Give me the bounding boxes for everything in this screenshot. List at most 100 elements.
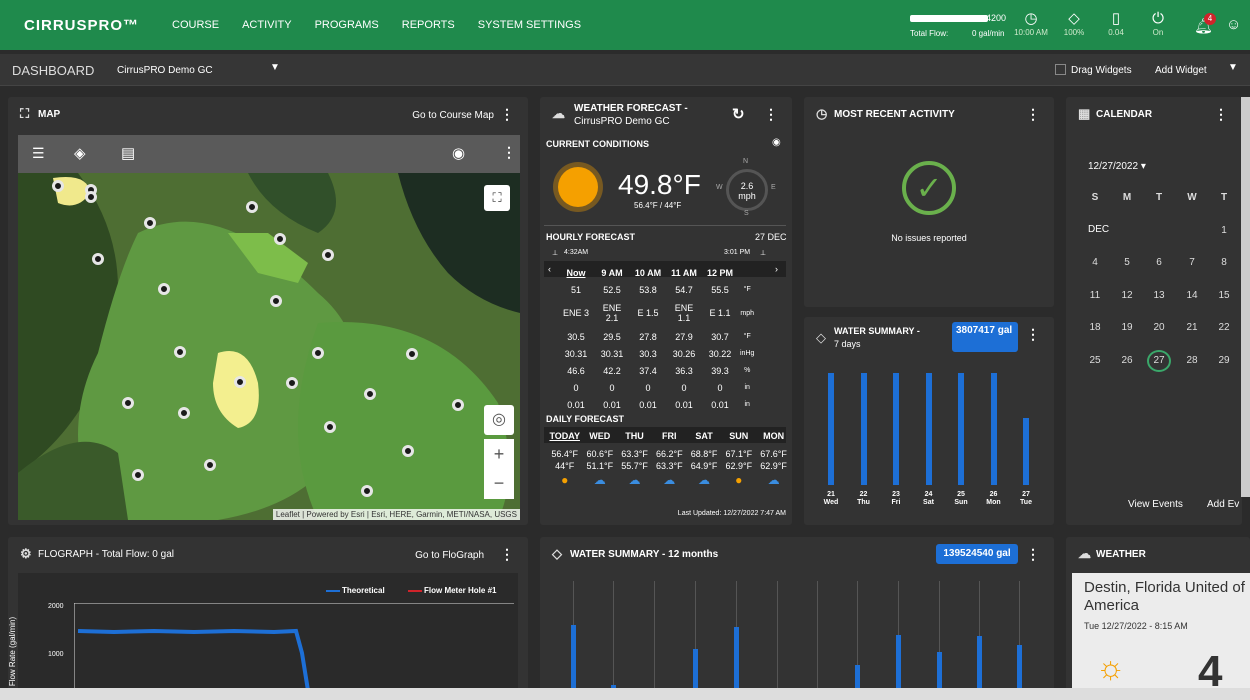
fullscreen-icon[interactable]: ⛶ — [484, 185, 510, 211]
go-to-flograph-link[interactable]: Go to FloGraph — [415, 550, 484, 561]
map-marker[interactable] — [174, 346, 186, 358]
more-icon[interactable]: ⋮ — [500, 106, 514, 123]
expand-icon[interactable]: ⛶ — [20, 106, 29, 122]
map-marker[interactable] — [204, 459, 216, 471]
more-icon[interactable]: ⋮ — [1026, 106, 1040, 123]
more-icon[interactable]: ⋮ — [500, 546, 514, 563]
nav-activity[interactable]: ACTIVITY — [242, 19, 292, 31]
day-tab[interactable]: SAT — [688, 431, 721, 441]
nav-programs[interactable]: PROGRAMS — [315, 19, 379, 31]
course-map[interactable]: ⛶ ◎ + − Leaflet | Powered by Esri | Esri… — [18, 173, 520, 520]
map-marker[interactable] — [324, 421, 336, 433]
calendar-day[interactable]: 8 — [1209, 257, 1239, 268]
view-events-link[interactable]: View Events — [1128, 499, 1183, 510]
scrollbar-vertical[interactable] — [1241, 97, 1250, 497]
map-marker[interactable] — [406, 348, 418, 360]
map-marker[interactable] — [92, 253, 104, 265]
calendar-day[interactable]: 15 — [1209, 290, 1239, 301]
map-marker[interactable] — [322, 249, 334, 261]
day-tab[interactable]: THU — [618, 431, 651, 441]
cirruspro-logo[interactable]: CIRRUSPRO™ — [24, 17, 139, 34]
calendar-day[interactable]: 19 — [1112, 322, 1142, 333]
hour-9am[interactable]: 9 AM — [595, 265, 629, 280]
location-pin-icon[interactable]: ◉ — [452, 144, 465, 162]
calendar-date-select[interactable]: 12/27/2022 ▾ — [1088, 161, 1146, 172]
calendar-day[interactable]: 22 — [1209, 322, 1239, 333]
more-icon[interactable]: ⋮ — [1214, 106, 1228, 123]
user-icon[interactable]: ☺ — [1226, 16, 1241, 33]
prev-hour-button[interactable]: ‹ — [548, 264, 551, 274]
calendar-day[interactable]: 25 — [1080, 355, 1110, 366]
calendar-day[interactable]: 21 — [1177, 322, 1207, 333]
chevron-down-icon[interactable]: ▼ — [270, 62, 280, 73]
map-marker[interactable] — [122, 397, 134, 409]
calendar-day[interactable]: 14 — [1177, 290, 1207, 301]
map-marker[interactable] — [452, 399, 464, 411]
map-marker[interactable] — [286, 377, 298, 389]
calendar-day[interactable]: 28 — [1177, 355, 1207, 366]
map-marker[interactable] — [85, 191, 97, 203]
map-marker[interactable] — [274, 233, 286, 245]
add-widget-button[interactable]: Add Widget — [1155, 65, 1207, 76]
course-select[interactable]: CirrusPRO Demo GC — [117, 65, 213, 76]
map-marker[interactable] — [364, 388, 376, 400]
calendar-day[interactable]: 26 — [1112, 355, 1142, 366]
scrollbar-horizontal[interactable] — [0, 688, 1250, 700]
go-to-course-map-link[interactable]: Go to Course Map — [412, 110, 494, 121]
add-event-link[interactable]: Add Ev — [1207, 499, 1239, 510]
calendar-day[interactable]: 4 — [1080, 257, 1110, 268]
chevron-down-icon[interactable]: ▼ — [1228, 62, 1238, 73]
calendar-day[interactable]: 12 — [1112, 290, 1142, 301]
map-marker[interactable] — [52, 180, 64, 192]
calendar-day[interactable]: 1 — [1209, 225, 1239, 236]
nav-course[interactable]: COURSE — [172, 19, 219, 31]
hour-now[interactable]: Now — [559, 265, 593, 280]
map-marker[interactable] — [144, 217, 156, 229]
zoom-out-button[interactable]: − — [484, 469, 514, 499]
hour-11am[interactable]: 11 AM — [667, 265, 701, 280]
calendar-day[interactable]: 5 — [1112, 257, 1142, 268]
map-marker[interactable] — [246, 201, 258, 213]
calendar-day[interactable]: 7 — [1177, 257, 1207, 268]
nav-system-settings[interactable]: SYSTEM SETTINGS — [478, 19, 581, 31]
more-icon[interactable]: ⋮ — [1026, 326, 1040, 343]
drag-widgets-checkbox[interactable] — [1055, 64, 1066, 75]
nav-reports[interactable]: REPORTS — [402, 19, 455, 31]
more-icon[interactable]: ⋮ — [764, 106, 778, 123]
map-marker[interactable] — [361, 485, 373, 497]
calendar-day[interactable]: 29 — [1209, 355, 1239, 366]
calendar-day[interactable]: 20 — [1144, 322, 1174, 333]
day-tab[interactable]: TODAY — [548, 431, 581, 441]
day-tab[interactable]: SUN — [722, 431, 755, 441]
hour-12pm[interactable]: 12 PM — [703, 265, 737, 280]
more-icon[interactable]: ⋮ — [502, 144, 516, 161]
more-icon[interactable]: ⋮ — [1026, 546, 1040, 563]
locate-icon[interactable]: ◎ — [484, 405, 514, 435]
map-attribution[interactable]: Leaflet | Powered by Esri | Esri, HERE, … — [272, 509, 520, 520]
eye-icon[interactable]: ◉ — [772, 137, 781, 148]
map-marker[interactable] — [312, 347, 324, 359]
map-marker[interactable] — [234, 376, 246, 388]
map-marker[interactable] — [132, 469, 144, 481]
calendar-day[interactable]: 13 — [1144, 290, 1174, 301]
map-marker[interactable] — [402, 445, 414, 457]
power-stat[interactable]: ⏻ On — [1133, 10, 1183, 37]
calendar-day-today[interactable]: 27 — [1147, 349, 1171, 372]
layers-icon[interactable]: ◈ — [74, 144, 86, 162]
map-marker[interactable] — [178, 407, 190, 419]
calendar-day[interactable]: 6 — [1144, 257, 1174, 268]
day-tab[interactable]: WED — [583, 431, 616, 441]
wind-speed: 2.6 — [740, 181, 754, 191]
map-marker[interactable] — [270, 295, 282, 307]
calendar-day[interactable]: 18 — [1080, 322, 1110, 333]
refresh-icon[interactable]: ↻ — [732, 105, 745, 123]
zoom-in-button[interactable]: + — [484, 439, 514, 469]
next-hour-button[interactable]: › — [775, 264, 778, 274]
day-tab[interactable]: MON — [757, 431, 790, 441]
map-marker[interactable] — [158, 283, 170, 295]
calendar-day[interactable]: 11 — [1080, 290, 1110, 301]
list-icon[interactable]: ☰ — [32, 145, 45, 162]
day-tab[interactable]: FRI — [653, 431, 686, 441]
hour-10am[interactable]: 10 AM — [631, 265, 665, 280]
file-icon[interactable]: ▤ — [121, 144, 135, 162]
